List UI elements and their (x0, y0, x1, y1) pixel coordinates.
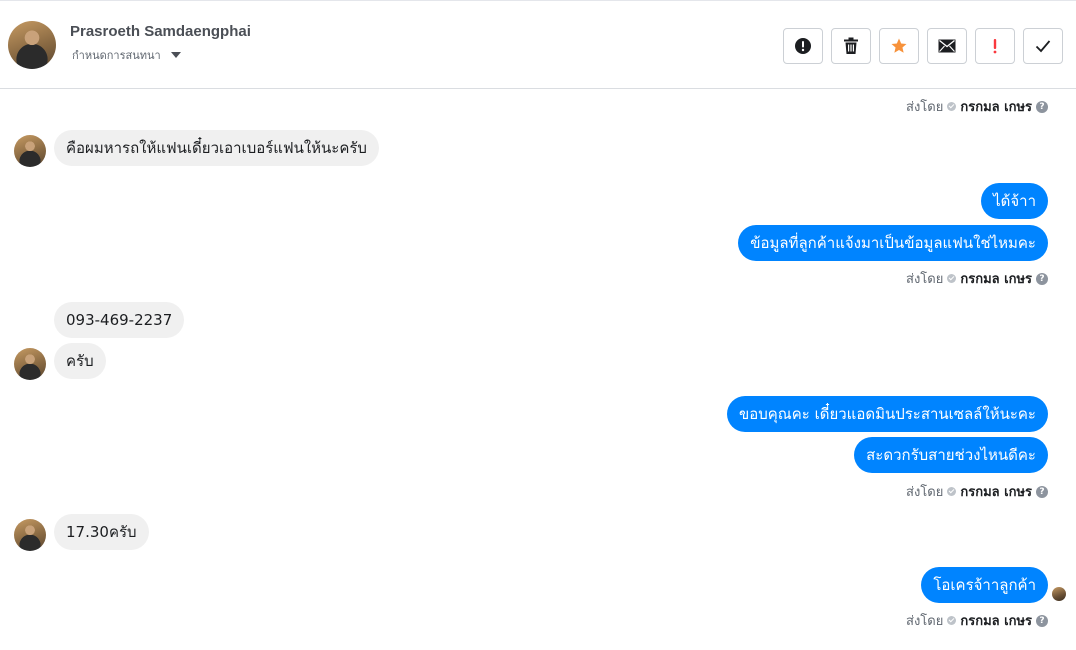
mark-unread-button[interactable] (927, 28, 967, 64)
sent-by-info: ส่งโดย กรกมล เกษร ? (906, 481, 1048, 502)
sender-avatar[interactable] (14, 519, 46, 551)
assign-conversation-dropdown[interactable]: กำหนดการสนทนา (72, 46, 181, 64)
caret-down-icon (170, 52, 181, 58)
message-bubble-incoming[interactable]: ครับ (54, 343, 106, 379)
sent-by-label: ส่งโดย (906, 100, 944, 115)
help-icon[interactable]: ? (1036, 614, 1048, 627)
message-bubble-incoming[interactable]: คือผมหารถให้แฟนเดี๋ยวเอาเบอร์แฟนให้นะครั… (54, 130, 379, 166)
sender-name: กรกมล เกษร (960, 100, 1032, 115)
sent-by-label: ส่งโดย (906, 272, 944, 287)
help-icon[interactable]: ? (1036, 485, 1048, 498)
message-bubble-outgoing[interactable]: สะดวกรับสายช่วงไหนดีคะ (854, 437, 1048, 473)
help-icon[interactable]: ? (1036, 272, 1048, 285)
conversation-header: Prasroeth Samdaengphai กำหนดการสนทนา (0, 1, 1076, 89)
message-bubble-incoming[interactable]: 093-469-2237 (54, 302, 185, 338)
exclamation-circle-icon (795, 38, 811, 54)
message-bubble-outgoing[interactable]: ขอบคุณคะ เดี๋ยวแอดมินประสานเซลล์ให้นะคะ (726, 396, 1048, 432)
sent-check-icon (947, 487, 957, 496)
important-button[interactable] (975, 28, 1015, 64)
sent-check-icon (947, 616, 957, 625)
sender-name: กรกมล เกษร (960, 485, 1032, 500)
star-icon (891, 38, 907, 53)
sent-by-info: ส่งโดย กรกมล เกษร ? (906, 610, 1048, 631)
seen-avatar (1052, 587, 1066, 601)
star-button[interactable] (879, 28, 919, 64)
message-bubble-outgoing[interactable]: โอเครจ้าาลูกค้า (921, 567, 1048, 603)
assign-conversation-label: กำหนดการสนทนา (72, 49, 161, 62)
sender-avatar[interactable] (14, 348, 46, 380)
message-bubble-incoming[interactable]: 17.30ครับ (54, 514, 149, 550)
sent-check-icon (947, 102, 957, 111)
sent-by-label: ส่งโดย (906, 614, 944, 629)
contact-name[interactable]: Prasroeth Samdaengphai (70, 23, 251, 40)
message-bubble-outgoing[interactable]: ข้อมูลที่ลูกค้าแจ้งมาเป็นข้อมูลแฟนใช่ไหม… (738, 225, 1048, 261)
sender-avatar[interactable] (14, 135, 46, 167)
check-icon (1035, 40, 1051, 53)
sent-by-info: ส่งโดย กรกมล เกษร ? (906, 268, 1048, 289)
help-icon[interactable]: ? (1036, 100, 1048, 113)
contact-avatar[interactable] (8, 21, 56, 69)
sent-check-icon (947, 274, 957, 283)
spam-button[interactable] (783, 28, 823, 64)
envelope-icon (938, 39, 956, 53)
sender-name: กรกมล เกษร (960, 614, 1032, 629)
done-button[interactable] (1023, 28, 1063, 64)
trash-icon (844, 37, 858, 54)
sent-by-info: ส่งโดย กรกมล เกษร ? (906, 96, 1048, 117)
sender-name: กรกมล เกษร (960, 272, 1032, 287)
sent-by-label: ส่งโดย (906, 485, 944, 500)
delete-button[interactable] (831, 28, 871, 64)
exclamation-icon (993, 39, 997, 54)
message-bubble-outgoing[interactable]: ได้จ้าา (981, 183, 1048, 219)
conversation-toolbar (783, 28, 1063, 64)
